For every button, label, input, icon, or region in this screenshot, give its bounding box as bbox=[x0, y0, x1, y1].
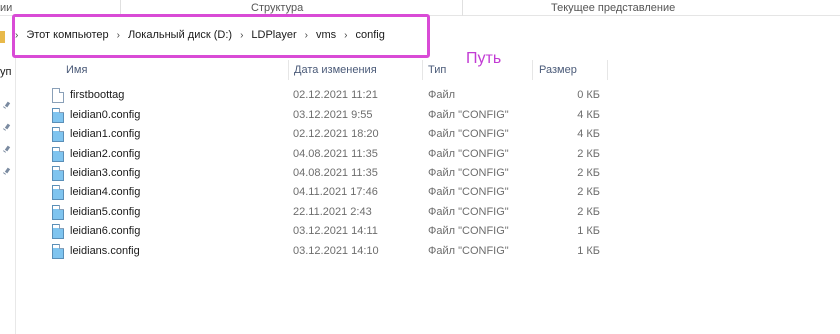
file-name: leidian3.config bbox=[70, 167, 141, 179]
file-row[interactable]: leidian2.config 04.08.2021 11:35 Файл "C… bbox=[48, 145, 608, 165]
config-file-icon bbox=[52, 185, 64, 200]
file-type: Файл bbox=[428, 89, 456, 101]
file-size: 0 КБ bbox=[577, 89, 600, 101]
file-type: Файл "CONFIG" bbox=[428, 128, 509, 140]
file-type: Файл "CONFIG" bbox=[428, 109, 509, 121]
column-header-type[interactable]: Тип bbox=[428, 64, 446, 76]
file-date: 04.08.2021 11:35 bbox=[293, 148, 378, 160]
file-type: Файл "CONFIG" bbox=[428, 148, 509, 160]
file-size: 1 КБ bbox=[577, 245, 600, 257]
path-highlight-box bbox=[12, 14, 430, 58]
file-row[interactable]: leidians.config 03.12.2021 14:10 Файл "C… bbox=[48, 242, 608, 262]
ribbon-group-current-view-label: Текущее представление bbox=[551, 2, 676, 14]
file-name: leidian0.config bbox=[70, 109, 141, 121]
file-date: 02.12.2021 18:20 bbox=[293, 128, 379, 140]
blank-file-icon bbox=[52, 88, 64, 103]
file-date: 04.11.2021 17:46 bbox=[293, 186, 378, 198]
pin-icon[interactable] bbox=[3, 124, 11, 132]
file-size: 2 КБ bbox=[577, 148, 600, 160]
config-file-icon bbox=[52, 205, 64, 220]
column-header-name[interactable]: Имя bbox=[66, 64, 87, 76]
file-type: Файл "CONFIG" bbox=[428, 206, 509, 218]
folder-icon bbox=[0, 31, 5, 43]
file-name: leidian6.config bbox=[70, 225, 141, 237]
file-row[interactable]: leidian6.config 03.12.2021 14:11 Файл "C… bbox=[48, 222, 608, 242]
file-date: 02.12.2021 11:21 bbox=[293, 89, 378, 101]
file-date: 04.08.2021 11:35 bbox=[293, 167, 378, 179]
file-size: 4 КБ bbox=[577, 109, 600, 121]
column-divider[interactable] bbox=[607, 60, 608, 80]
ribbon-cut-label: ии bbox=[0, 2, 13, 14]
file-row[interactable]: leidian1.config 02.12.2021 18:20 Файл "C… bbox=[48, 125, 608, 145]
config-file-icon bbox=[52, 147, 64, 162]
column-header-date[interactable]: Дата изменения bbox=[294, 64, 377, 76]
file-row[interactable]: leidian4.config 04.11.2021 17:46 Файл "C… bbox=[48, 183, 608, 203]
file-date: 03.12.2021 14:11 bbox=[293, 225, 378, 237]
config-file-icon bbox=[52, 244, 64, 259]
config-file-icon bbox=[52, 224, 64, 239]
navigation-pane[interactable]: уп bbox=[0, 58, 16, 334]
column-divider[interactable] bbox=[288, 60, 289, 80]
file-date: 03.12.2021 14:10 bbox=[293, 245, 379, 257]
pin-icon[interactable] bbox=[3, 102, 11, 110]
file-name: leidian1.config bbox=[70, 128, 141, 140]
pin-icon[interactable] bbox=[3, 168, 11, 176]
file-type: Файл "CONFIG" bbox=[428, 186, 509, 198]
file-date: 22.11.2021 2:43 bbox=[293, 206, 372, 218]
file-size: 1 КБ bbox=[577, 225, 600, 237]
file-type: Файл "CONFIG" bbox=[428, 225, 509, 237]
ribbon-group-current-view[interactable]: Текущее представление bbox=[462, 0, 762, 16]
file-date: 03.12.2021 9:55 bbox=[293, 109, 373, 121]
file-type: Файл "CONFIG" bbox=[428, 245, 509, 257]
column-header-size[interactable]: Размер bbox=[539, 64, 577, 76]
file-size: 2 КБ bbox=[577, 206, 600, 218]
config-file-icon bbox=[52, 108, 64, 123]
ribbon-group-structure-label: Структура bbox=[251, 2, 304, 14]
file-size: 2 КБ bbox=[577, 186, 600, 198]
navigation-pane-label[interactable]: уп bbox=[0, 66, 11, 78]
file-name: firstboottag bbox=[70, 89, 125, 101]
config-file-icon bbox=[52, 166, 64, 181]
file-row[interactable]: firstboottag 02.12.2021 11:21 Файл 0 КБ bbox=[48, 86, 608, 106]
file-row[interactable]: leidian5.config 22.11.2021 2:43 Файл "CO… bbox=[48, 203, 608, 223]
file-row[interactable]: leidian0.config 03.12.2021 9:55 Файл "CO… bbox=[48, 106, 608, 126]
column-divider[interactable] bbox=[422, 60, 423, 80]
path-annotation-label: Путь bbox=[466, 50, 502, 67]
file-size: 4 КБ bbox=[577, 128, 600, 140]
file-name: leidian2.config bbox=[70, 148, 141, 160]
file-name: leidian5.config bbox=[70, 206, 141, 218]
file-size: 2 КБ bbox=[577, 167, 600, 179]
column-divider[interactable] bbox=[532, 60, 533, 80]
file-name: leidian4.config bbox=[70, 186, 141, 198]
pin-icon[interactable] bbox=[3, 146, 11, 154]
file-name: leidians.config bbox=[70, 245, 140, 257]
file-row[interactable]: leidian3.config 04.08.2021 11:35 Файл "C… bbox=[48, 164, 608, 184]
file-type: Файл "CONFIG" bbox=[428, 167, 509, 179]
config-file-icon bbox=[52, 127, 64, 142]
